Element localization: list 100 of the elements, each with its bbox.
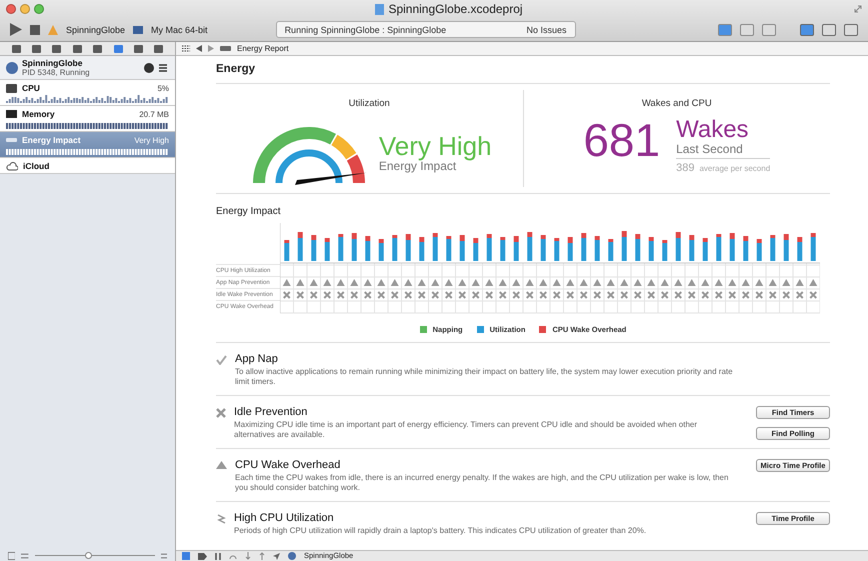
wake-period: Last Second — [676, 142, 770, 160]
navigator-tab[interactable] — [114, 44, 123, 52]
breadcrumb-item[interactable]: Energy Report — [237, 44, 289, 53]
navigator-tab[interactable] — [72, 44, 82, 52]
navigator-tab[interactable] — [154, 44, 164, 52]
editor-mode-button[interactable] — [740, 24, 754, 36]
memory-icon — [6, 110, 17, 118]
triangle-marker — [364, 279, 372, 286]
cross-marker — [701, 291, 710, 299]
process-name: SpinningGlobe — [22, 58, 84, 68]
panel-title: Wakes and CPU — [642, 98, 712, 109]
navigator-tab[interactable] — [134, 44, 143, 52]
list-icon[interactable] — [158, 62, 169, 72]
item-label: Energy Impact — [22, 135, 82, 145]
zoom-button[interactable] — [34, 4, 44, 14]
back-icon[interactable] — [196, 45, 202, 52]
lightning-icon — [216, 514, 226, 524]
energy-rating: Very High — [378, 133, 492, 159]
cross-marker — [647, 291, 656, 299]
stacked-bar — [784, 234, 789, 261]
item-label: Memory — [22, 109, 56, 119]
cross-marker — [674, 291, 682, 299]
issues-text: No Issues — [526, 24, 567, 34]
triangle-marker — [660, 279, 669, 286]
slider-thumb[interactable] — [85, 552, 92, 558]
triangle-marker — [714, 279, 723, 286]
triangle-marker — [458, 279, 466, 286]
cross-marker — [742, 291, 750, 299]
triangle-marker — [796, 279, 804, 286]
navigator-tab[interactable] — [32, 44, 42, 52]
navigator-tab[interactable] — [12, 44, 21, 52]
navigator-tab[interactable] — [93, 44, 102, 52]
report-title: Energy — [216, 60, 830, 84]
cross-marker — [485, 291, 494, 299]
triangle-marker — [728, 279, 736, 286]
triangle-marker — [755, 279, 764, 286]
stacked-bar — [352, 233, 357, 261]
stacked-bar — [689, 235, 694, 261]
average-label: average per second — [699, 164, 770, 174]
stop-icon[interactable] — [30, 24, 40, 34]
stacked-bar — [622, 231, 627, 261]
close-button[interactable] — [6, 4, 16, 14]
globe-icon — [288, 552, 296, 560]
breakpoint-icon[interactable] — [198, 552, 207, 560]
cross-marker — [498, 291, 507, 299]
cross-marker — [364, 291, 372, 299]
cross-marker — [606, 291, 615, 299]
step-in-icon[interactable] — [245, 552, 251, 560]
triangle-marker — [539, 279, 548, 286]
stacked-bar — [419, 237, 424, 261]
issue-description: Maximizing CPU idle time is an important part of energy efficiency. Timers can prevent CPU idle and should be avoided when other alternatives are available. — [234, 420, 698, 440]
cross-marker — [336, 291, 345, 299]
step-over-icon[interactable] — [229, 552, 237, 560]
gauge-list-item[interactable]: CPU 5% — [0, 80, 175, 106]
stacked-bar — [392, 235, 398, 261]
location-icon[interactable] — [273, 552, 280, 560]
navigator-tab[interactable] — [52, 44, 62, 52]
issue-title: App Nap — [235, 353, 279, 365]
play-icon[interactable] — [10, 23, 22, 36]
panel-toggle-button[interactable] — [800, 24, 814, 36]
stacked-bar — [365, 236, 370, 261]
issue-description: Each time the CPU wakes from idle, there is an incurred energy penalty. If the wakes are high, and the CPU utilization per wake is low, then you should consider batching work. — [235, 473, 730, 493]
stacked-bar — [324, 238, 330, 261]
filter-icon[interactable] — [8, 552, 16, 560]
step-out-icon[interactable] — [259, 552, 265, 560]
panel-toggle-button[interactable] — [822, 24, 836, 36]
triangle-marker — [580, 279, 588, 286]
issue-description: To allow inactive applications to remain running while minimizing their impact on battery life, the system may lower execution priority and rate limit timers. — [235, 367, 734, 387]
pause-icon[interactable] — [215, 552, 221, 560]
issue-title: CPU Wake Overhead — [235, 459, 342, 471]
forward-icon[interactable] — [208, 45, 214, 52]
gauge-list-item[interactable]: Memory 20.7 MB — [0, 106, 175, 132]
app-icon — [48, 24, 58, 34]
gauge-list-item[interactable]: iCloud — [0, 158, 175, 174]
globe-icon — [6, 62, 18, 74]
triangle-marker — [282, 279, 291, 286]
stacked-bar — [406, 234, 411, 261]
destination-selector[interactable]: My Mac 64-bit — [151, 24, 208, 34]
cross-marker — [472, 291, 480, 299]
triangle-marker — [768, 279, 777, 286]
cross-marker — [782, 291, 790, 299]
window-title: SpinningGlobe.xcodeproj — [388, 2, 523, 16]
minimize-button[interactable] — [20, 4, 30, 14]
cross-marker — [310, 291, 318, 299]
editor-mode-button[interactable] — [762, 24, 776, 36]
scheme-selector[interactable]: SpinningGlobe — [66, 24, 126, 34]
editor-mode-button[interactable] — [718, 24, 732, 36]
stacked-bar — [743, 236, 748, 261]
issue-title: High CPU Utilization — [234, 512, 335, 524]
triangle-marker — [688, 279, 696, 286]
stacked-bar — [581, 233, 586, 261]
panel-toggle-button[interactable] — [844, 24, 858, 36]
stacked-bar — [676, 232, 681, 261]
grid-icon[interactable] — [182, 45, 190, 52]
triangle-marker — [809, 279, 818, 286]
stacked-bar — [810, 233, 816, 261]
stacked-bar — [594, 236, 600, 261]
cross-marker — [282, 291, 291, 299]
cross-marker — [714, 291, 723, 299]
item-label: CPU — [22, 83, 41, 93]
